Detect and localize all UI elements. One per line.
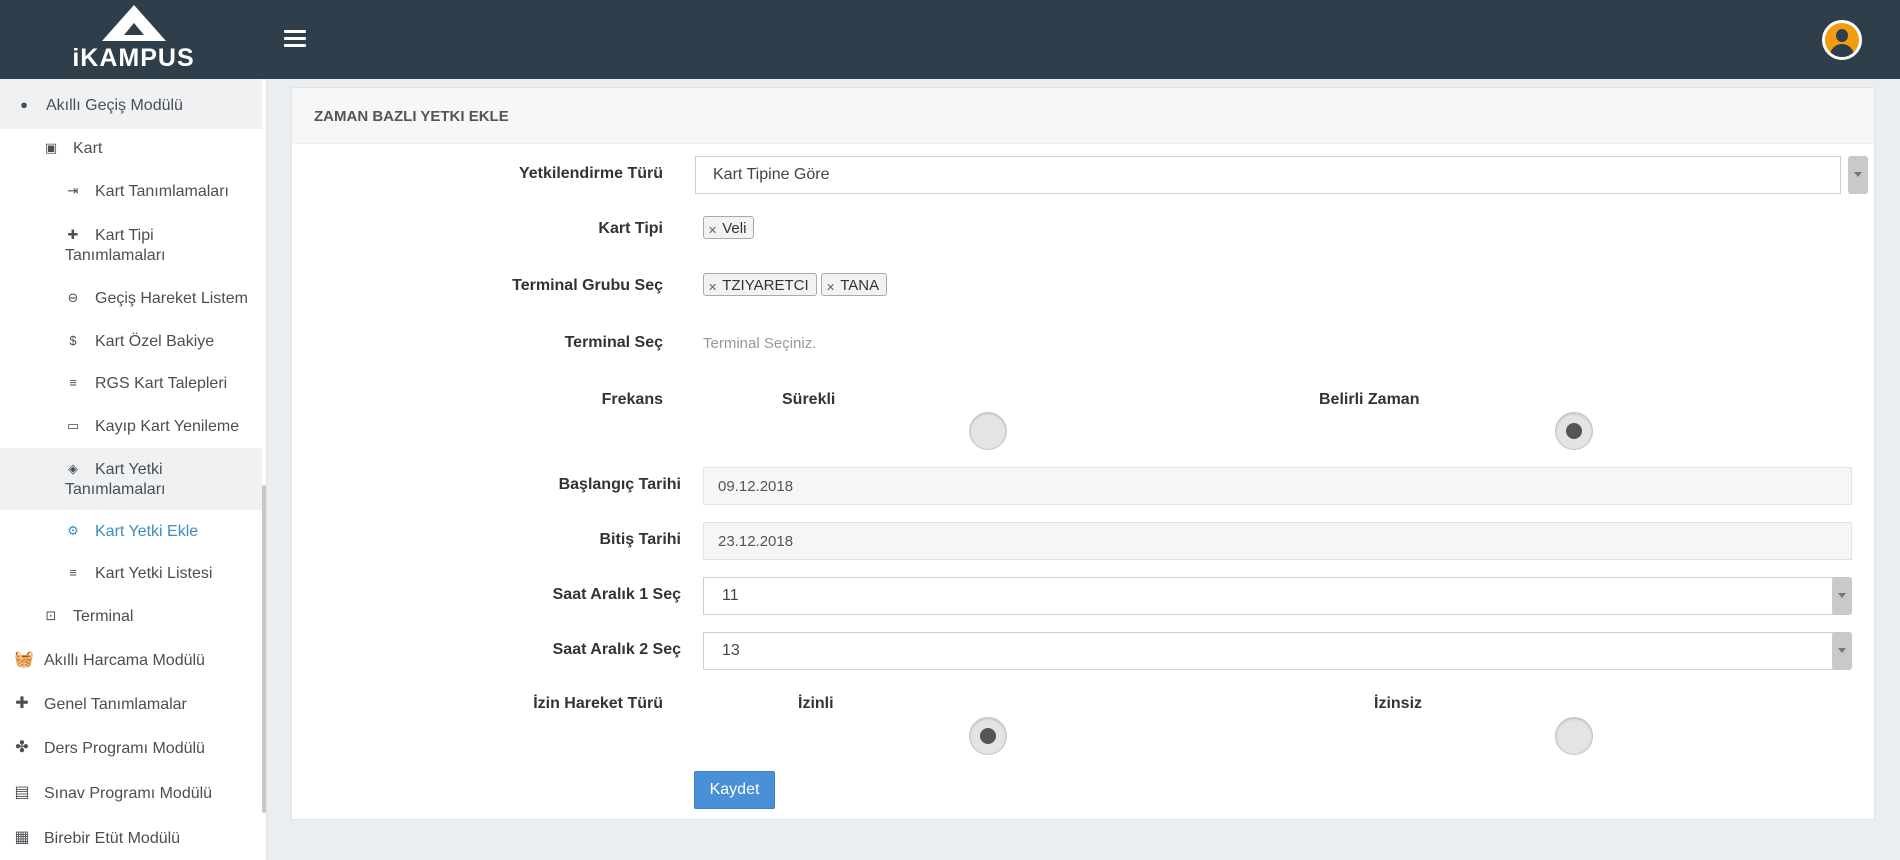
bitis-date-input[interactable]: 23.12.2018 <box>703 522 1852 560</box>
comments-icon: ▤ <box>14 784 30 801</box>
kart-tipi-label: Kart Tipi <box>598 220 663 237</box>
sidebar-scrollbar[interactable] <box>262 485 266 813</box>
sidebar-item-kart-yetki-listesi[interactable]: ≡ Kart Yetki Listesi <box>0 564 262 584</box>
terminal-input[interactable]: Terminal Seçiniz. <box>703 335 816 352</box>
puzzle-piece-icon: ✤ <box>15 739 29 756</box>
gear-icon: ⚙ <box>67 523 79 538</box>
sidebar-item-kart-yetki-tanimlamalari[interactable]: ◈ Kart Yetki Tanımlamaları <box>0 448 262 510</box>
sidebar-item-kayip-kart[interactable]: ▭ Kayıp Kart Yenileme <box>0 417 262 437</box>
dollar-icon: $ <box>69 333 77 348</box>
bitis-label: Bitiş Tarihi <box>599 531 682 548</box>
shield-icon: ◈ <box>68 461 78 476</box>
card-icon: ▣ <box>44 140 58 155</box>
sidebar-item-kart-tanimlamalari[interactable]: ⇥ Kart Tanımlamaları <box>0 182 262 202</box>
saat1-label: Saat Aralık 1 Seç <box>552 586 681 603</box>
hamburger-icon[interactable] <box>284 30 306 48</box>
save-button[interactable]: Kaydet <box>694 771 775 809</box>
saat2-label: Saat Aralık 2 Seç <box>552 641 681 658</box>
sidebar-item-kart-tipi[interactable]: ✚ Kart Tipi Tanımlamaları <box>0 226 262 266</box>
terminal-label: Terminal Seç <box>564 334 663 351</box>
sidebar-item-sinav-programi[interactable]: ▤ Sınav Programı Modülü <box>0 784 262 804</box>
baslangic-label: Başlangıç Tarihi <box>558 476 681 493</box>
chevron-down-icon[interactable] <box>1848 156 1868 194</box>
logo-mountain-icon <box>101 4 166 41</box>
yetki-turu-select[interactable]: Kart Tipine Göre <box>695 156 1841 194</box>
puzzle-icon: ✚ <box>15 695 29 712</box>
izin-izinli-radio[interactable] <box>969 717 1007 755</box>
terminal-grubu-tag[interactable]: ✕ TANA <box>821 273 888 296</box>
baslangic-date-input[interactable]: 09.12.2018 <box>703 467 1852 505</box>
chevron-down-icon[interactable] <box>1832 632 1852 670</box>
sidebar-item-birebir-etut[interactable]: ▦ Birebir Etüt Modülü <box>0 829 262 849</box>
sidebar-item-akilli-gecis[interactable]: ● Akıllı Geçiş Modülü <box>0 79 262 129</box>
terminal-grubu-label: Terminal Grubu Seç <box>512 277 663 294</box>
izin-izinsiz-radio[interactable] <box>1555 717 1593 755</box>
sidebar-item-kart-yetki-ekle[interactable]: ⚙ Kart Yetki Ekle <box>0 522 262 542</box>
saat2-select[interactable]: 13 <box>703 632 1850 670</box>
sidebar-item-kart[interactable]: ▣ Kart <box>0 139 262 159</box>
sidebar-item-kart-ozel-bakiye[interactable]: $ Kart Özel Bakiye <box>0 332 262 352</box>
frekans-option-belirli-label: Belirli Zaman <box>1319 391 1420 408</box>
izin-option-izinsiz-label: İzinsiz <box>1374 695 1423 712</box>
sign-in-icon: ⇥ <box>67 183 79 198</box>
saat1-select[interactable]: 11 <box>703 577 1850 615</box>
calendar-icon: ▦ <box>14 829 30 846</box>
page-title: ZAMAN BAZLI YETKI EKLE <box>314 108 509 125</box>
basket-icon: 🧺 <box>14 651 34 668</box>
minus-circle-icon: ⊖ <box>67 290 79 305</box>
remove-tag-icon[interactable]: ✕ <box>708 224 717 237</box>
frekans-surekli-radio[interactable] <box>969 412 1007 450</box>
logo-text: iKAMPUS <box>72 43 195 72</box>
frekans-label: Frekans <box>601 391 663 408</box>
remove-tag-icon[interactable]: ✕ <box>826 281 835 294</box>
remove-tag-icon[interactable]: ✕ <box>708 281 717 294</box>
terminal-grubu-tag[interactable]: ✕ TZIYARETCI <box>703 273 817 296</box>
sidebar-item-rgs-kart[interactable]: ≡ RGS Kart Talepleri <box>0 374 262 394</box>
app-logo[interactable]: iKAMPUS <box>0 0 267 79</box>
panel-header: ZAMAN BAZLI YETKI EKLE <box>292 88 1874 144</box>
kart-tipi-tag[interactable]: ✕ Veli <box>703 216 755 239</box>
izin-label: İzin Hareket Türü <box>533 695 663 712</box>
chevron-down-icon[interactable] <box>1832 577 1852 615</box>
yetki-turu-label: Yetkilendirme Türü <box>518 165 663 182</box>
credit-card-icon: ▭ <box>66 418 80 433</box>
frekans-belirli-radio[interactable] <box>1555 412 1593 450</box>
sidebar: ● Akıllı Geçiş Modülü ▣ Kart ⇥ Kart Tanı… <box>0 79 267 860</box>
sidebar-item-terminal[interactable]: ⊡ Terminal <box>0 607 262 627</box>
sidebar-item-genel-tanimlamalar[interactable]: ✚ Genel Tanımlamalar <box>0 695 262 715</box>
frekans-option-surekli-label: Sürekli <box>782 391 836 408</box>
izin-option-izinli-label: İzinli <box>798 695 834 712</box>
sidebar-item-ders-programi[interactable]: ✤ Ders Programı Modülü <box>0 739 262 759</box>
terminal-device-icon: ⊡ <box>45 608 57 623</box>
list-icon: ≡ <box>69 565 77 580</box>
sidebar-item-akilli-harcama[interactable]: 🧺 Akıllı Harcama Modülü <box>0 651 262 671</box>
form-panel: ZAMAN BAZLI YETKI EKLE Yetkilendirme Tür… <box>291 87 1875 820</box>
user-avatar-icon[interactable] <box>1822 20 1862 60</box>
puzzle-icon: ✚ <box>67 227 79 242</box>
sidebar-item-gecis-hareket[interactable]: ⊖ Geçiş Hareket Listem <box>0 289 262 309</box>
list-icon: ≡ <box>69 375 77 390</box>
compass-icon: ● <box>20 97 28 112</box>
